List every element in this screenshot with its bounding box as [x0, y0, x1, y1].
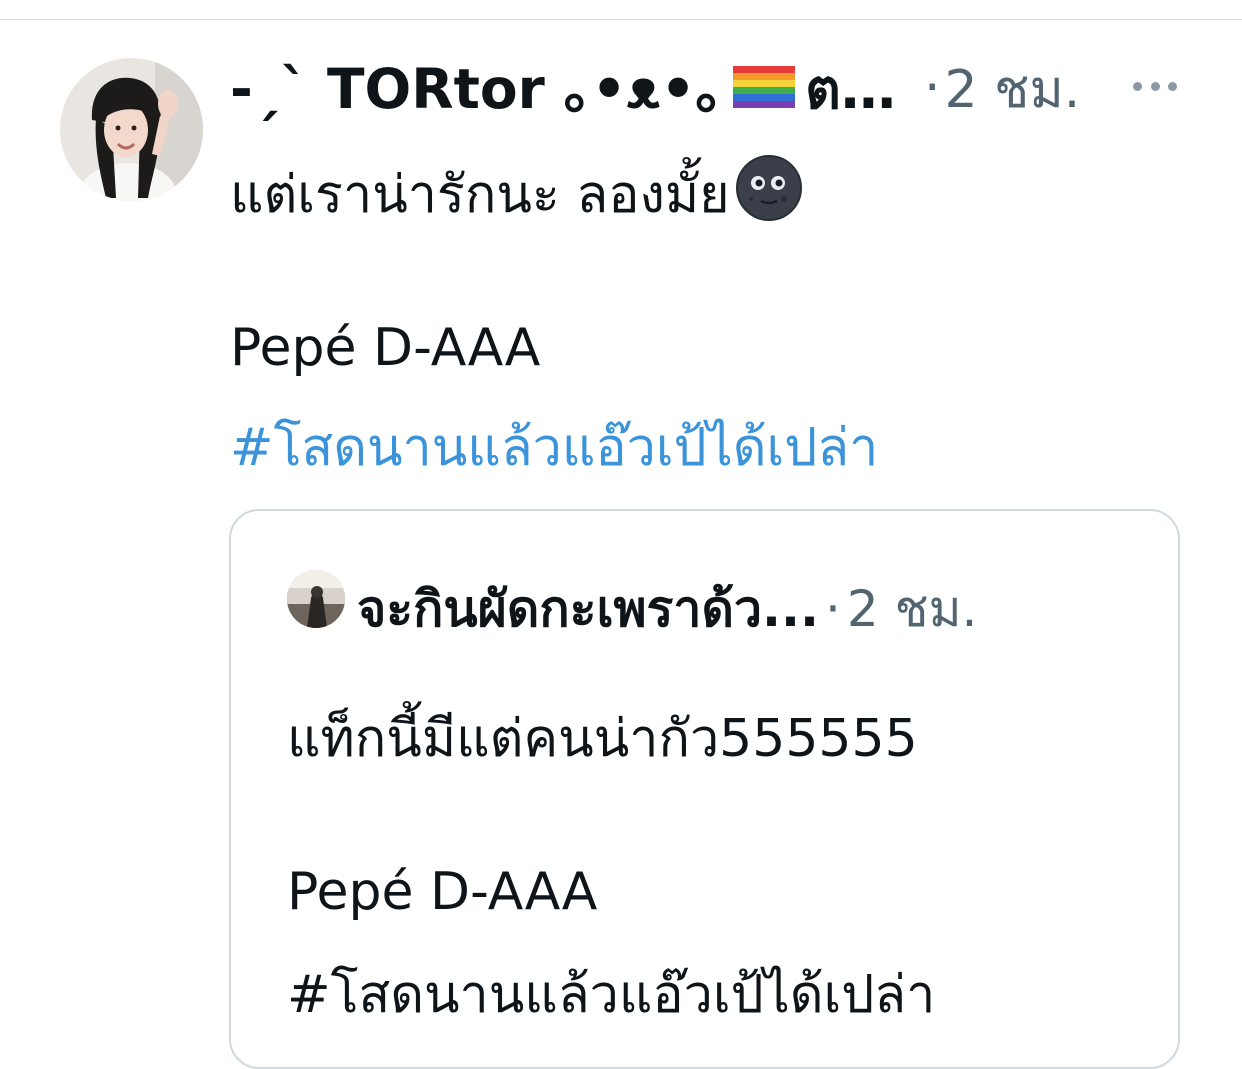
author-display-name[interactable]: -ˏˋ TORtor ｡•ᴥ•｡ ตอ...: [230, 44, 920, 133]
tweet-line-1-text: แต่เราน่ารักนะ ลองมั้ย: [230, 165, 730, 225]
top-divider: [0, 19, 1242, 20]
header-separator: ·: [924, 58, 941, 118]
quoted-tweet-header: จะกินผัดกะเพราด้ว... · 2 ชม.: [357, 574, 977, 644]
author-avatar[interactable]: [60, 58, 203, 201]
rainbow-flag-icon: [733, 57, 796, 121]
tweet-text-line-2: Pepé D-AAA: [230, 318, 541, 378]
tweet-text-line-1: แต่เราน่ารักนะ ลองมั้ย: [230, 152, 802, 242]
quoted-tweet-timestamp: 2 ชม.: [846, 579, 978, 638]
tweet-header: -ˏˋ TORtor ｡•ᴥ•｡ ตอ... · 2 ชม.: [230, 52, 1190, 124]
more-options-icon[interactable]: [1133, 74, 1177, 98]
author-name-suffix: ตอ...: [805, 56, 920, 121]
tweet-hashtag-link[interactable]: #โสดนานแล้วแอ๊วเป้ได้เปล่า: [230, 405, 878, 488]
author-name-text: -ˏˋ TORtor ｡•ᴥ•｡: [230, 56, 724, 121]
quoted-text-line-3: #โสดนานแล้วแอ๊วเป้ได้เปล่า: [287, 965, 936, 1025]
quoted-author-name[interactable]: จะกินผัดกะเพราด้ว...: [357, 570, 819, 649]
quoted-header-separator: ·: [825, 580, 841, 638]
tweet-timestamp[interactable]: 2 ชม.: [945, 47, 1081, 130]
quoted-author-avatar: [287, 570, 345, 628]
quoted-text-line-1: แท็กนี้มีแต่คนน่ากัว555555: [287, 709, 918, 769]
new-moon-face-icon: [735, 154, 802, 234]
quoted-text-line-2: Pepé D-AAA: [287, 862, 598, 922]
